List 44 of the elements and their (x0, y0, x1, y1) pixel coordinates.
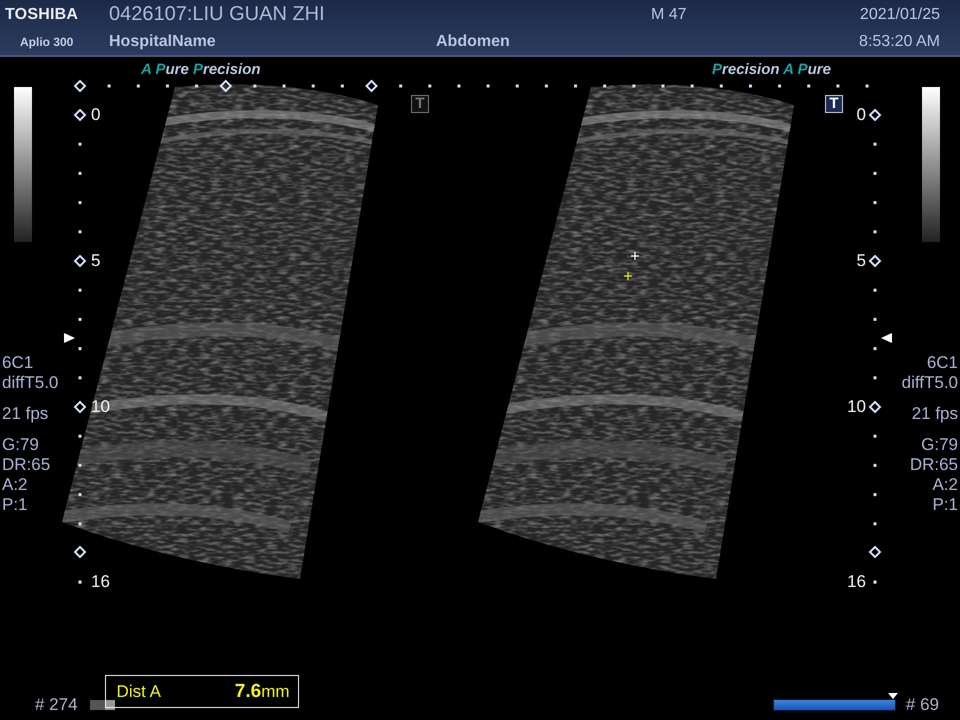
depth-label: 5 (91, 251, 100, 271)
imaging-parameter: diffT5.0 (2, 373, 58, 393)
imaging-parameter: 21 fps (910, 404, 958, 424)
depth-label: 5 (856, 251, 866, 271)
measurement-label: Dist A (116, 682, 162, 702)
imaging-parameter: P:1 (2, 495, 29, 515)
depth-label: 10 (91, 397, 110, 417)
cine-scroll-bar (90, 700, 115, 710)
brand-tagline: Precision A Pure (712, 61, 831, 78)
focus-marker-icon (881, 333, 892, 343)
patient-id-name: 0426107:LIU GUAN ZHI (109, 3, 325, 26)
imaging-parameter: DR:65 (2, 455, 52, 475)
imaging-parameter: 6C1 (2, 353, 34, 373)
caliper-cross-icon (623, 271, 633, 281)
exam-time: 8:53:20 AM (859, 33, 940, 51)
frame-number: # 69 (906, 695, 939, 715)
imaging-parameter: G:79 (2, 435, 40, 455)
imaging-parameter: G:79 (920, 435, 958, 455)
measurement-value: 7.6 (234, 680, 262, 702)
imaging-parameter: diffT5.0 (902, 373, 958, 393)
exam-preset: Abdomen (436, 33, 510, 51)
imaging-parameter: A:2 (931, 475, 958, 495)
brand-tagline: A Pure Precision (141, 61, 261, 78)
frame-number: # 274 (35, 695, 78, 715)
hospital-name: HospitalName (109, 33, 216, 51)
imaging-parameter: DR:65 (908, 455, 958, 475)
imaging-parameter: P:1 (931, 495, 958, 515)
imaging-parameter: A:2 (2, 475, 29, 495)
orientation-marker: T (411, 95, 429, 113)
depth-label: 0 (91, 105, 100, 125)
brand-logo: TOSHIBA (5, 6, 80, 24)
imaging-parameter: 6C1 (926, 353, 958, 373)
device-model: Aplio 300 (19, 35, 74, 49)
depth-label: 16 (91, 572, 110, 592)
measurement-unit: mm (261, 682, 290, 702)
depth-label: 10 (847, 397, 866, 417)
exam-date: 2021/01/25 (860, 6, 940, 24)
depth-label: 16 (847, 572, 866, 592)
focus-marker-icon (64, 333, 75, 343)
caliper-cross-icon (630, 251, 640, 261)
patient-sex-age: M 47 (651, 6, 687, 24)
depth-label: 0 (856, 105, 866, 125)
imaging-parameter: 21 fps (2, 404, 50, 424)
orientation-marker: T (825, 95, 843, 113)
